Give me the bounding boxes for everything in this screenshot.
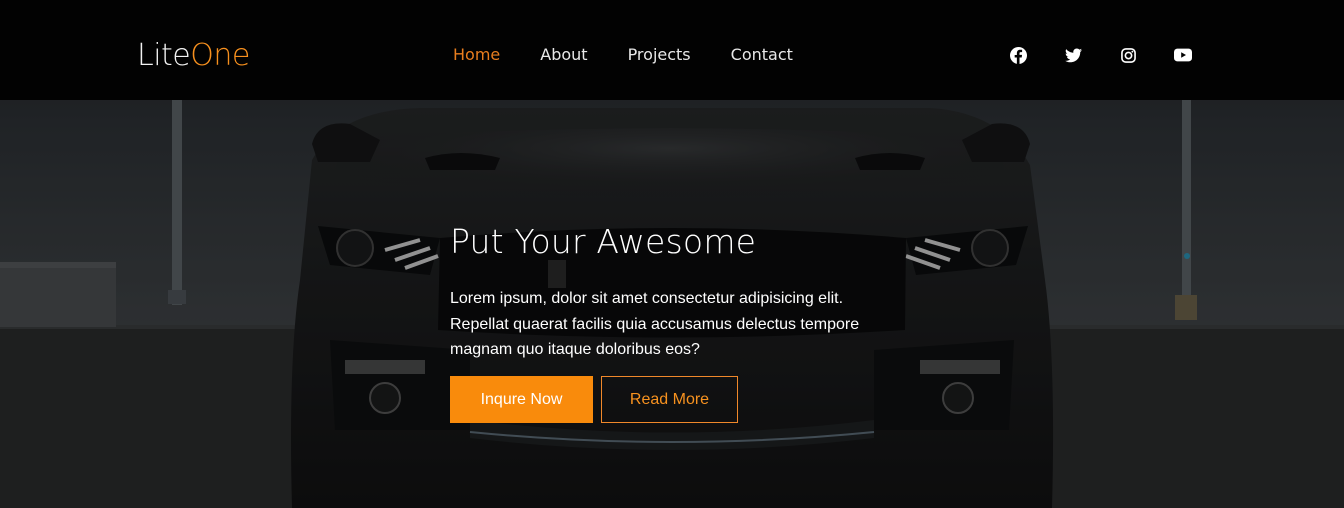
youtube-icon[interactable] bbox=[1174, 46, 1192, 64]
logo[interactable]: LiteOne bbox=[137, 36, 250, 76]
twitter-icon[interactable] bbox=[1064, 46, 1082, 64]
nav-link-about[interactable]: About bbox=[540, 44, 587, 66]
logo-accent-text: One bbox=[190, 38, 250, 73]
nav-link-home[interactable]: Home bbox=[453, 44, 500, 66]
instagram-icon[interactable] bbox=[1119, 46, 1137, 64]
read-more-button[interactable]: Read More bbox=[601, 376, 738, 423]
inquire-now-button[interactable]: Inqure Now bbox=[450, 376, 593, 423]
nav-link-contact[interactable]: Contact bbox=[731, 44, 793, 66]
social-links bbox=[1009, 46, 1229, 64]
hero-section: Put Your Awesome Lorem ipsum, dolor sit … bbox=[0, 100, 1344, 508]
hero-title: Put Your Awesome bbox=[450, 222, 757, 261]
logo-text: Lite bbox=[137, 38, 191, 73]
nav-links: Home About Projects Contact bbox=[453, 44, 833, 66]
facebook-icon[interactable] bbox=[1009, 46, 1027, 64]
navbar: LiteOne Home About Projects Contact bbox=[0, 0, 1344, 100]
nav-link-projects[interactable]: Projects bbox=[628, 44, 691, 66]
hero-description: Lorem ipsum, dolor sit amet consectetur … bbox=[450, 290, 860, 358]
